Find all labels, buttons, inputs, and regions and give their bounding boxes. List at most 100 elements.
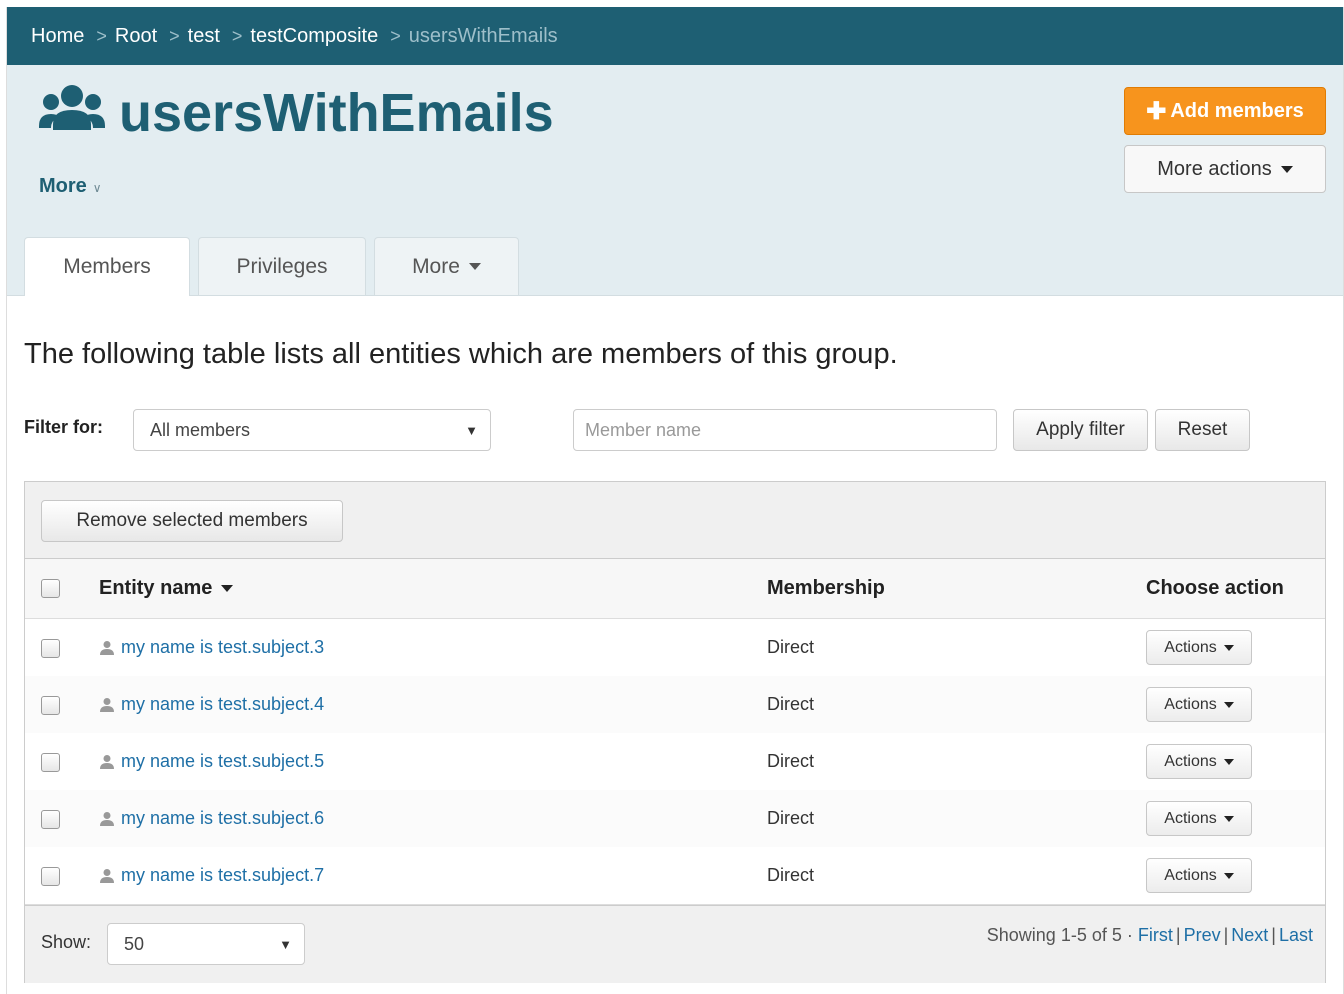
member-name-input[interactable]: Member name	[573, 409, 997, 451]
group-title: usersWithEmails	[119, 83, 554, 143]
table-footer: Show: 50 ▼ Showing 1-5 of 5 · First | Prev…	[25, 905, 1325, 983]
entity-link[interactable]: my name is test.subject.5	[99, 733, 324, 790]
add-members-label: Add members	[1170, 99, 1304, 122]
select-all-checkbox[interactable]	[41, 579, 60, 598]
breadcrumb-separator: >	[390, 25, 401, 46]
last-page-link[interactable]: Last	[1279, 925, 1313, 945]
user-icon	[100, 754, 114, 769]
filter-label: Filter for:	[24, 417, 103, 437]
entity-name: my name is test.subject.5	[121, 751, 325, 771]
tab-label: Members	[63, 255, 151, 278]
caret-down-icon	[468, 263, 481, 270]
pipe-separator: |	[1223, 925, 1229, 945]
column-label: Entity name	[99, 577, 213, 599]
more-label: More	[39, 175, 87, 197]
breadcrumb-test[interactable]: test	[188, 25, 220, 48]
table-row: my name is test.subject.3 Direct Actions	[25, 619, 1325, 677]
membership-cell: Direct	[767, 694, 815, 714]
table-header: Entity name Membership Choose action	[25, 559, 1325, 619]
actions-button[interactable]: Actions	[1146, 744, 1252, 779]
table-row: my name is test.subject.4 Direct Actions	[25, 676, 1325, 734]
show-label: Show:	[41, 932, 92, 952]
users-icon	[39, 85, 105, 130]
remove-selected-members-button[interactable]: Remove selected members	[41, 500, 343, 542]
table-row: my name is test.subject.5 Direct Actions	[25, 733, 1325, 791]
select-value: 50	[124, 933, 145, 954]
actions-button[interactable]: Actions	[1146, 687, 1252, 722]
next-page-link[interactable]: Next	[1231, 925, 1268, 945]
table-row: my name is test.subject.6 Direct Actions	[25, 790, 1325, 848]
more-actions-button[interactable]: More actions	[1124, 145, 1326, 193]
tab-label: More	[412, 254, 460, 278]
row-checkbox[interactable]	[41, 696, 60, 715]
page-size-select[interactable]: 50 ▼	[107, 923, 305, 965]
pipe-separator: |	[1271, 925, 1276, 945]
breadcrumb-separator: >	[169, 25, 180, 46]
actions-button[interactable]: Actions	[1146, 801, 1252, 836]
row-checkbox[interactable]	[41, 753, 60, 772]
user-icon	[100, 868, 114, 883]
first-page-link[interactable]: First	[1138, 925, 1173, 945]
membership-cell: Direct	[767, 865, 815, 885]
breadcrumb-root[interactable]: Root	[115, 25, 157, 48]
table-toolbar: Remove selected members	[25, 482, 1325, 559]
intro-text: The following table lists all entities w…	[24, 338, 898, 370]
tab-privileges[interactable]: Privileges	[198, 237, 366, 295]
chevron-down-icon: ∨	[92, 181, 102, 195]
membership-cell: Direct	[767, 751, 815, 771]
tab-label: Privileges	[236, 254, 328, 278]
caret-down-icon	[1223, 872, 1234, 879]
reset-button[interactable]: Reset	[1155, 409, 1250, 451]
caret-down-icon	[1280, 165, 1293, 173]
prev-page-link[interactable]: Prev	[1184, 925, 1221, 945]
pagination: Showing 1-5 of 5 · First | Prev | Next | Last	[987, 925, 1313, 946]
actions-button[interactable]: Actions	[1146, 630, 1252, 665]
choose-action-header: Choose action	[1146, 577, 1284, 599]
membership-cell: Direct	[767, 637, 815, 657]
actions-label: Actions	[1164, 752, 1217, 770]
add-members-button[interactable]: ✚ Add members	[1124, 87, 1326, 135]
caret-down-icon	[1223, 701, 1234, 708]
caret-down-icon	[1223, 815, 1234, 822]
entity-link[interactable]: my name is test.subject.3	[99, 619, 324, 676]
row-checkbox[interactable]	[41, 639, 60, 658]
actions-label: Actions	[1164, 866, 1217, 884]
tab-members[interactable]: Members	[24, 237, 190, 296]
members-table: Remove selected members Entity name Memb…	[24, 481, 1326, 983]
more-actions-label: More actions	[1157, 157, 1272, 180]
actions-button[interactable]: Actions	[1146, 858, 1252, 893]
table-row: my name is test.subject.7 Direct Actions	[25, 847, 1325, 905]
tab-more[interactable]: More	[374, 237, 519, 295]
dropdown-arrow-icon: ▼	[279, 936, 292, 952]
entity-link[interactable]: my name is test.subject.6	[99, 790, 324, 847]
plus-icon: ✚	[1146, 97, 1167, 125]
dropdown-arrow-icon: ▼	[465, 422, 478, 438]
user-icon	[100, 697, 114, 712]
actions-label: Actions	[1164, 809, 1217, 827]
entity-name: my name is test.subject.7	[121, 865, 325, 885]
caret-down-icon	[1223, 644, 1234, 651]
entity-name: my name is test.subject.3	[121, 637, 325, 657]
breadcrumb-home[interactable]: Home	[31, 25, 84, 48]
pipe-separator: |	[1175, 925, 1181, 945]
actions-label: Actions	[1164, 695, 1217, 713]
sort-caret-icon	[221, 585, 234, 592]
entity-name: my name is test.subject.6	[121, 808, 325, 828]
entity-name: my name is test.subject.4	[121, 694, 325, 714]
row-checkbox[interactable]	[41, 810, 60, 829]
row-checkbox[interactable]	[41, 867, 60, 886]
breadcrumb-current: usersWithEmails	[408, 24, 558, 47]
select-value: All members	[150, 419, 251, 440]
entity-name-header[interactable]: Entity name	[99, 559, 234, 618]
showing-text: Showing 1-5 of 5 ·	[986, 925, 1133, 945]
membership-header: Membership	[767, 577, 885, 599]
actions-label: Actions	[1164, 638, 1217, 656]
entity-link[interactable]: my name is test.subject.7	[99, 847, 324, 904]
entity-link[interactable]: my name is test.subject.4	[99, 676, 324, 733]
breadcrumb: Home > Root > test > testComposite > use…	[7, 7, 1343, 65]
apply-filter-button[interactable]: Apply filter	[1013, 409, 1148, 451]
breadcrumb-testcomposite[interactable]: testComposite	[250, 25, 378, 48]
member-filter-select[interactable]: All members ▼	[133, 409, 491, 451]
more-dropdown[interactable]: More ∨	[39, 175, 102, 198]
breadcrumb-separator: >	[96, 25, 107, 46]
